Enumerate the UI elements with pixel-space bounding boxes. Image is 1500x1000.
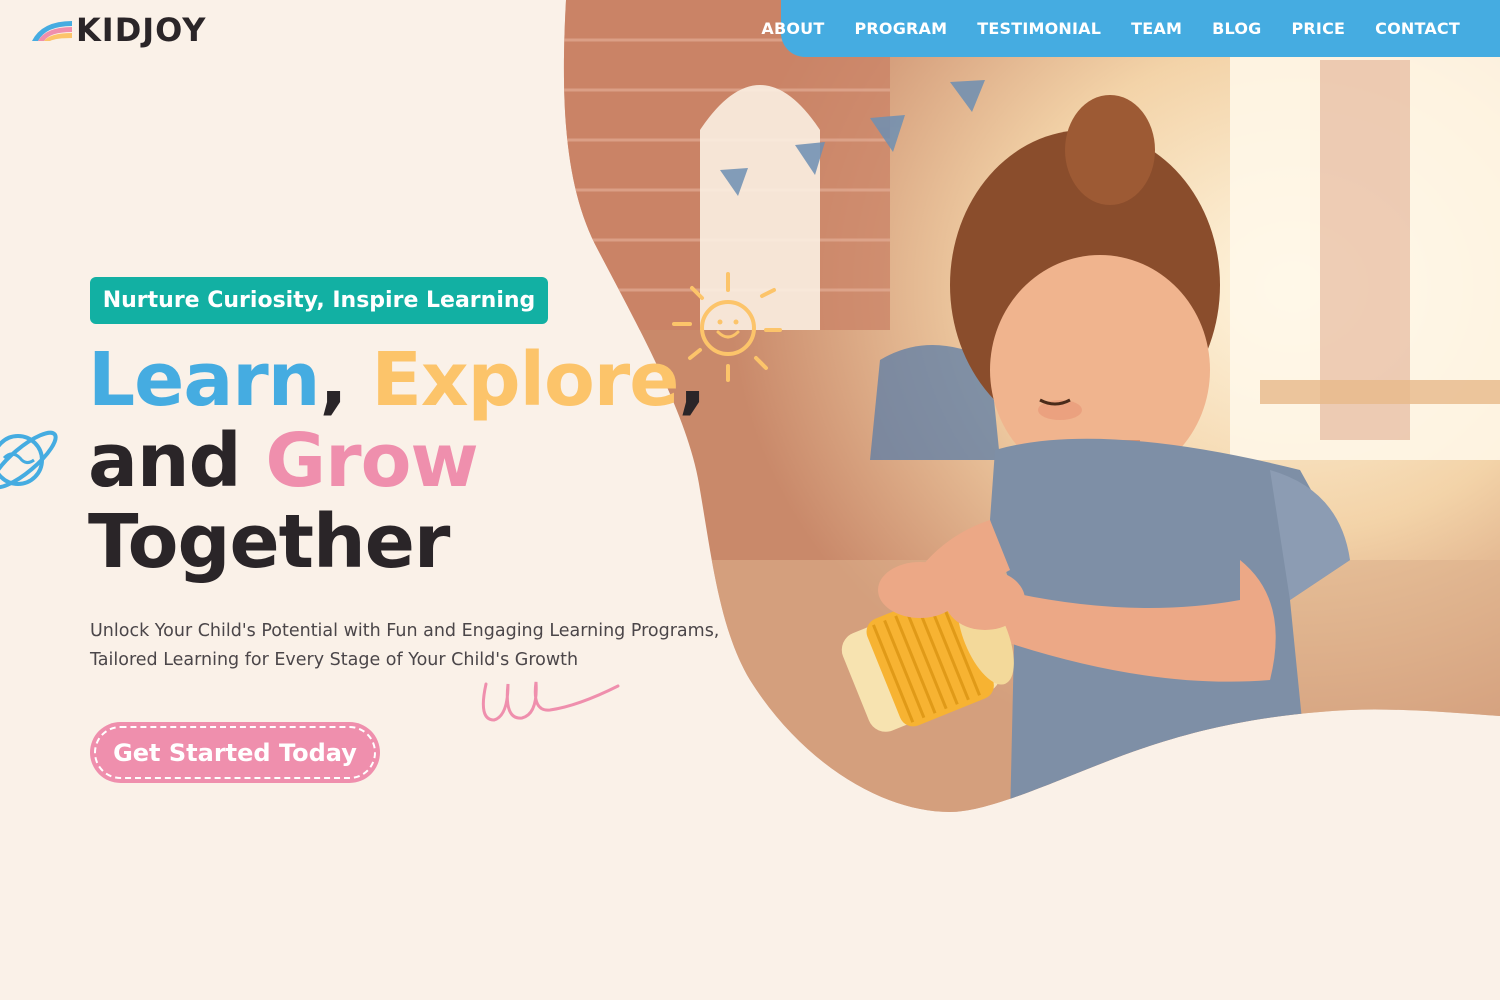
hero-headline: Learn, Explore, and Grow Together <box>88 337 707 585</box>
hero-tagline-badge: Nurture Curiosity, Inspire Learning <box>90 277 548 324</box>
nav-item-team[interactable]: TEAM <box>1131 19 1182 38</box>
planet-doodle-icon <box>0 430 58 490</box>
squiggle-doodle-icon <box>481 681 620 722</box>
nav-item-testimonial[interactable]: TESTIMONIAL <box>977 19 1101 38</box>
headline-comma: , <box>319 337 347 423</box>
headline-word-explore: Explore <box>371 337 679 423</box>
headline-word-and: and <box>88 418 242 504</box>
nav-item-contact[interactable]: CONTACT <box>1375 19 1460 38</box>
hero-subtext: Unlock Your Child's Potential with Fun a… <box>90 621 720 670</box>
headline-word-learn: Learn <box>88 337 320 423</box>
nav-item-program[interactable]: PROGRAM <box>854 19 947 38</box>
landing-page: KIDJOY ABOUT PROGRAM TESTIMONIAL TEAM BL… <box>0 0 1500 1000</box>
headline-word-together: Together <box>88 499 450 585</box>
headline-word-grow: Grow <box>265 418 478 504</box>
headline-comma: , <box>678 337 706 423</box>
brand-logo[interactable]: KIDJOY <box>30 10 206 50</box>
nav-item-about[interactable]: ABOUT <box>761 19 824 38</box>
main-nav: ABOUT PROGRAM TESTIMONIAL TEAM BLOG PRIC… <box>761 0 1500 57</box>
get-started-label: Get Started Today <box>94 726 376 779</box>
get-started-button[interactable]: Get Started Today <box>90 722 380 783</box>
brand-name: KIDJOY <box>76 11 207 49</box>
nav-item-price[interactable]: PRICE <box>1291 19 1345 38</box>
rainbow-logo-icon <box>32 21 72 41</box>
nav-item-blog[interactable]: BLOG <box>1212 19 1261 38</box>
